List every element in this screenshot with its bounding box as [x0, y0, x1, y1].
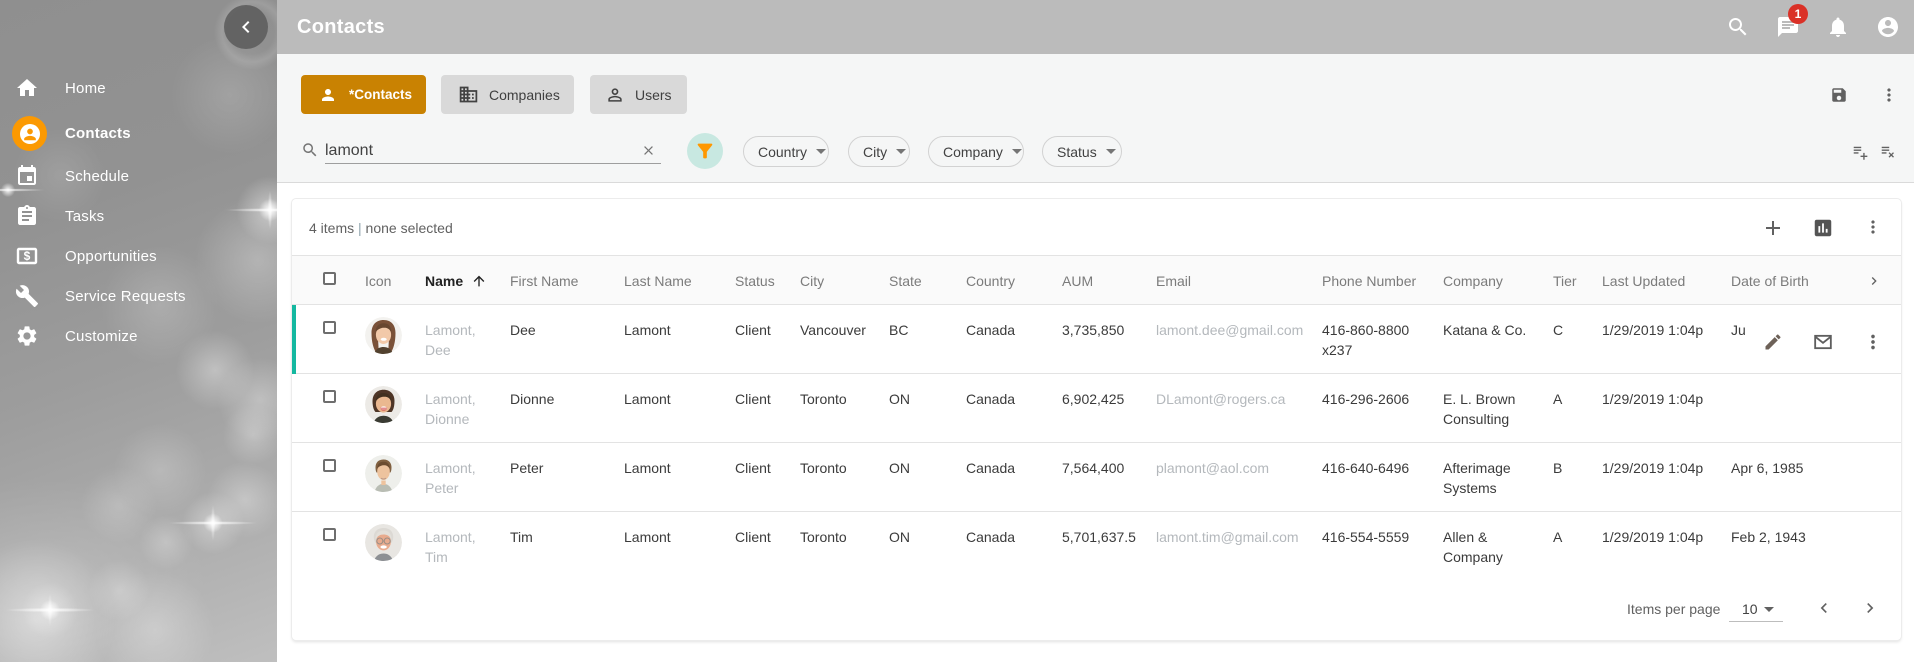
- svg-text:$: $: [24, 249, 31, 263]
